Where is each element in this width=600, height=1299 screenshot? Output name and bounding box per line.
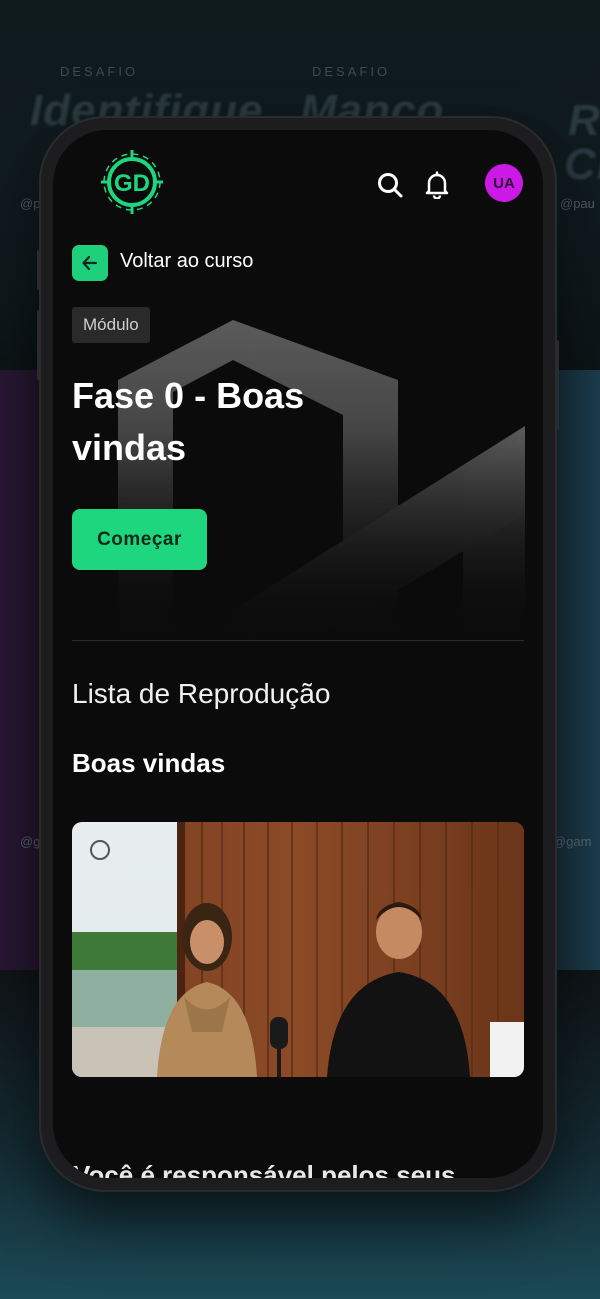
bg-title: Re (568, 96, 600, 145)
bell-icon (425, 171, 449, 199)
module-title: Fase 0 - Boas vindas (72, 375, 305, 468)
arrow-left-icon (82, 255, 98, 271)
search-button[interactable] (375, 170, 405, 200)
phone-side-button (555, 340, 559, 430)
brand-logo[interactable]: GD (101, 150, 163, 214)
user-avatar[interactable]: UA (485, 164, 523, 202)
bg-handle: @g (20, 834, 41, 849)
phone-side-button (37, 250, 41, 290)
phone-side-button (37, 310, 41, 380)
back-to-course-link[interactable]: Voltar ao curso (120, 250, 253, 273)
bg-kicker: DESAFIO (312, 64, 391, 79)
divider (72, 640, 524, 641)
lesson-thumbnail[interactable] (72, 822, 524, 1077)
notifications-button[interactable] (422, 170, 452, 200)
bg-handle: @pau (560, 196, 595, 211)
lesson-complete-checkbox[interactable] (90, 840, 110, 860)
bg-kicker: DESAFIO (60, 64, 139, 79)
bg-handle: @gam (553, 834, 592, 849)
module-badge: Módulo (72, 307, 150, 343)
app-screen: GD UA Voltar ao curso Módulo Fase 0 - Bo… (53, 130, 543, 1178)
start-button[interactable]: Começar (72, 509, 207, 570)
video-still (72, 822, 524, 1077)
playlist-module-title: Boas vindas (72, 748, 226, 778)
playlist-heading: Lista de Reprodução (72, 678, 331, 709)
bg-title: Cr (564, 140, 600, 189)
back-button[interactable] (72, 245, 108, 281)
next-lesson-title[interactable]: Você é responsável pelos seus (73, 1160, 455, 1178)
logo-text: GD (114, 170, 150, 197)
search-icon (378, 173, 403, 198)
